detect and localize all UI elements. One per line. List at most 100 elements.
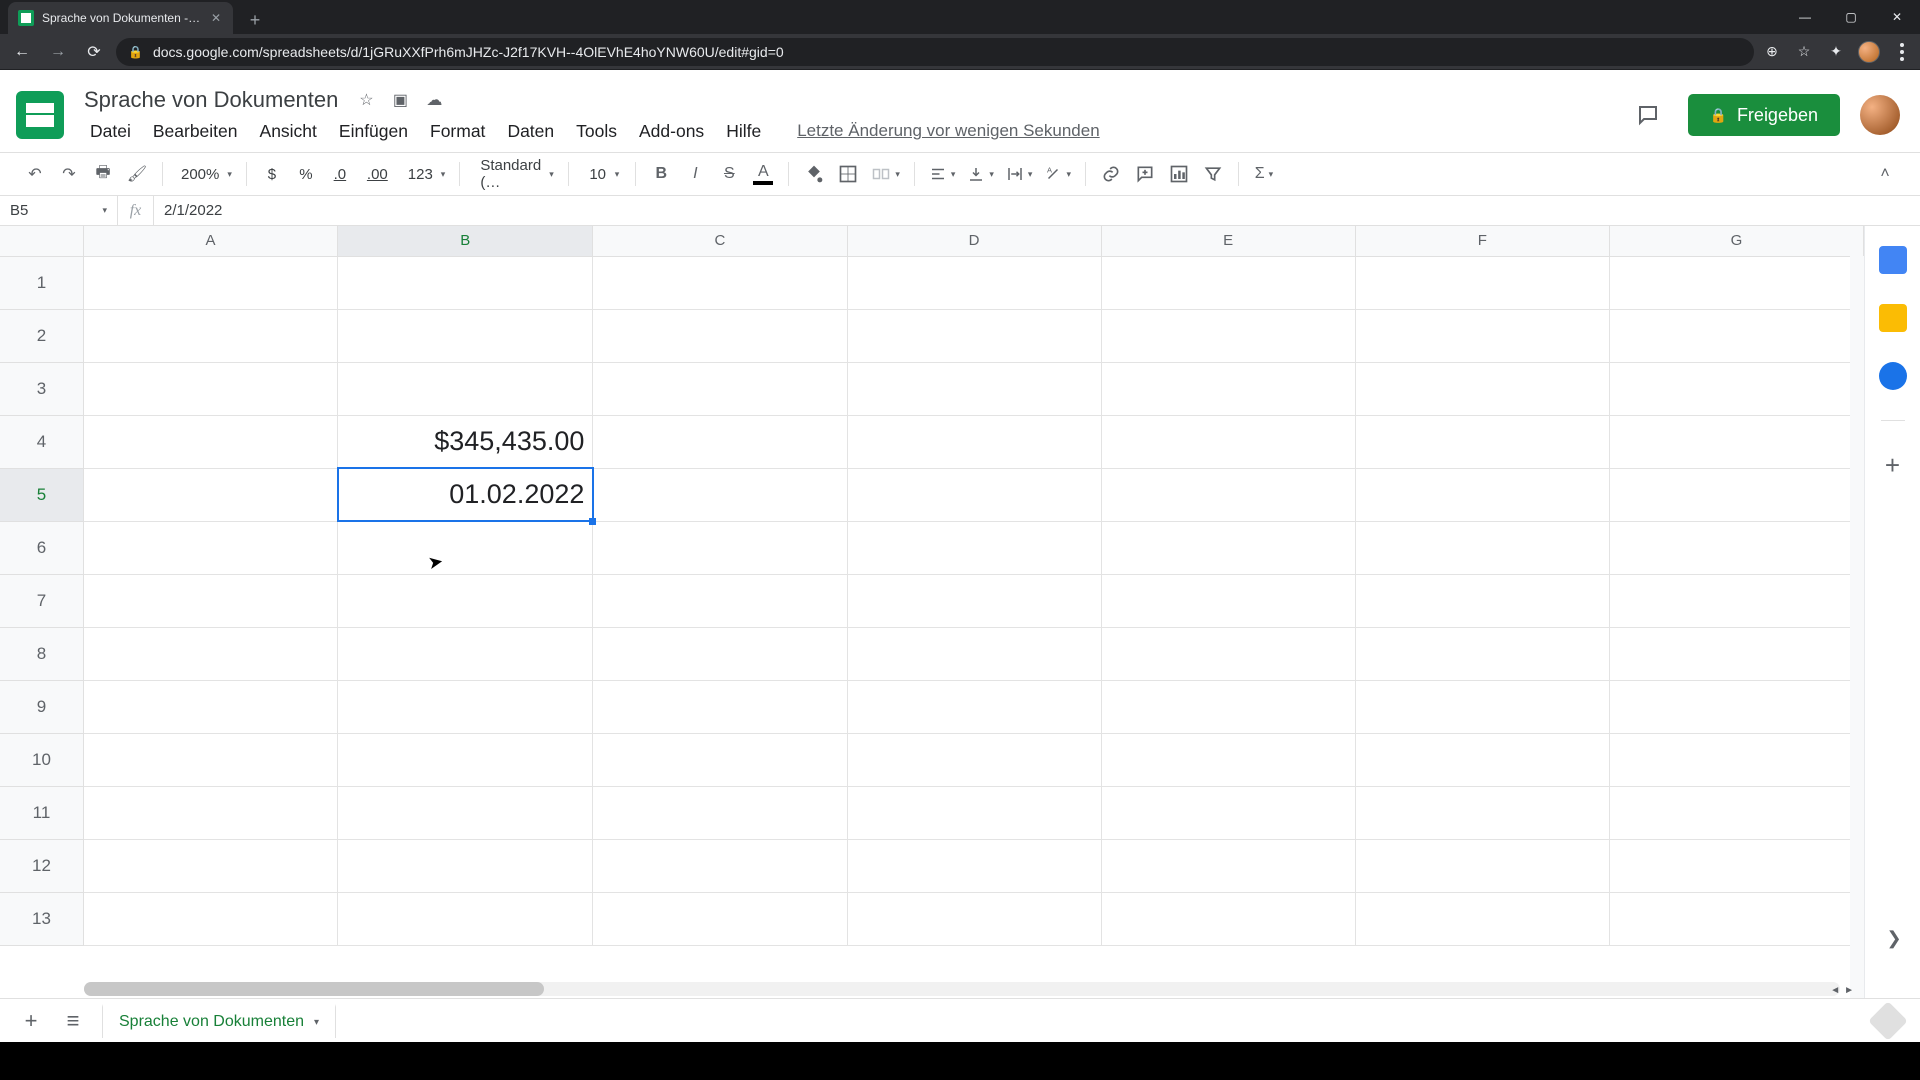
print-button[interactable]: 🖶	[88, 159, 118, 189]
insert-link-button[interactable]	[1096, 159, 1126, 189]
cell-E10[interactable]	[1101, 733, 1355, 786]
cell-A2[interactable]	[83, 309, 337, 362]
column-header-G[interactable]: G	[1609, 226, 1863, 256]
cell-C12[interactable]	[593, 839, 847, 892]
row-header-6[interactable]: 6	[0, 521, 83, 574]
vertical-scrollbar[interactable]	[1850, 256, 1864, 998]
cell-C13[interactable]	[593, 892, 847, 945]
horizontal-scrollbar[interactable]	[84, 982, 1840, 996]
cell-G13[interactable]	[1609, 892, 1863, 945]
cell-D8[interactable]	[847, 627, 1101, 680]
cell-C3[interactable]	[593, 362, 847, 415]
menu-help[interactable]: Hilfe	[716, 117, 771, 146]
cell-F2[interactable]	[1355, 309, 1609, 362]
star-icon[interactable]: ☆	[356, 90, 376, 110]
formula-bar[interactable]: 2/1/2022	[154, 196, 1920, 225]
fill-color-button[interactable]	[799, 159, 829, 189]
text-rotation-button[interactable]: A	[1040, 159, 1075, 189]
comments-button[interactable]	[1628, 95, 1668, 135]
cell-G4[interactable]	[1609, 415, 1863, 468]
cell-E8[interactable]	[1101, 627, 1355, 680]
cell-B5[interactable]: 01.02.2022	[338, 468, 593, 521]
browser-menu-button[interactable]	[1892, 42, 1912, 62]
cell-E5[interactable]	[1101, 468, 1355, 521]
cloud-status-icon[interactable]: ☁	[424, 90, 444, 110]
new-tab-button[interactable]: +	[241, 6, 269, 34]
column-header-B[interactable]: B	[338, 226, 593, 256]
decrease-decimal-button[interactable]: .0	[325, 159, 355, 189]
menu-view[interactable]: Ansicht	[250, 117, 327, 146]
undo-button[interactable]: ↶	[20, 159, 50, 189]
addons-sidepanel-button[interactable]: +	[1879, 451, 1907, 479]
nav-back-button[interactable]: ←	[8, 38, 36, 66]
menu-tools[interactable]: Tools	[566, 117, 627, 146]
cell-A13[interactable]	[83, 892, 337, 945]
column-header-C[interactable]: C	[593, 226, 847, 256]
cell-G7[interactable]	[1609, 574, 1863, 627]
column-header-A[interactable]: A	[83, 226, 337, 256]
cell-A8[interactable]	[83, 627, 337, 680]
cell-D11[interactable]	[847, 786, 1101, 839]
cell-B12[interactable]	[338, 839, 593, 892]
cell-B1[interactable]	[338, 256, 593, 309]
cell-D3[interactable]	[847, 362, 1101, 415]
cell-F6[interactable]	[1355, 521, 1609, 574]
cell-A4[interactable]	[83, 415, 337, 468]
menu-insert[interactable]: Einfügen	[329, 117, 418, 146]
row-header-13[interactable]: 13	[0, 892, 83, 945]
cell-F7[interactable]	[1355, 574, 1609, 627]
increase-decimal-button[interactable]: .00	[359, 159, 396, 189]
text-color-button[interactable]: A	[748, 159, 778, 189]
font-size-select[interactable]: 10	[579, 159, 625, 189]
cell-B6[interactable]	[338, 521, 593, 574]
nav-reload-button[interactable]: ⟳	[80, 38, 108, 66]
horizontal-align-button[interactable]	[925, 159, 960, 189]
cell-C8[interactable]	[593, 627, 847, 680]
vertical-align-button[interactable]	[963, 159, 998, 189]
cell-F1[interactable]	[1355, 256, 1609, 309]
cell-C5[interactable]	[593, 468, 847, 521]
row-header-3[interactable]: 3	[0, 362, 83, 415]
select-all-corner[interactable]	[0, 226, 83, 256]
cell-F8[interactable]	[1355, 627, 1609, 680]
cell-F11[interactable]	[1355, 786, 1609, 839]
cell-B2[interactable]	[338, 309, 593, 362]
keep-sidepanel-icon[interactable]	[1879, 304, 1907, 332]
cell-G9[interactable]	[1609, 680, 1863, 733]
paint-format-button[interactable]: 🖌	[122, 159, 152, 189]
column-header-F[interactable]: F	[1355, 226, 1609, 256]
cell-F10[interactable]	[1355, 733, 1609, 786]
scroll-right-icon[interactable]: ►	[1844, 985, 1854, 996]
move-icon[interactable]: ▣	[390, 90, 410, 110]
cell-B9[interactable]	[338, 680, 593, 733]
italic-button[interactable]: I	[680, 159, 710, 189]
document-title[interactable]: Sprache von Dokumenten	[80, 85, 342, 115]
name-box[interactable]: B5	[0, 196, 118, 225]
sheet-tab[interactable]: Sprache von Dokumenten	[102, 1004, 336, 1038]
cell-E1[interactable]	[1101, 256, 1355, 309]
cell-B3[interactable]	[338, 362, 593, 415]
row-header-5[interactable]: 5	[0, 468, 83, 521]
cell-B11[interactable]	[338, 786, 593, 839]
zoom-icon[interactable]: ⊕	[1762, 42, 1782, 62]
row-header-9[interactable]: 9	[0, 680, 83, 733]
strikethrough-button[interactable]: S	[714, 159, 744, 189]
spreadsheet-grid[interactable]: ABCDEFG1234$345,435.00501.02.20226789101…	[0, 226, 1864, 998]
cell-G2[interactable]	[1609, 309, 1863, 362]
cell-E7[interactable]	[1101, 574, 1355, 627]
cell-A9[interactable]	[83, 680, 337, 733]
column-header-D[interactable]: D	[847, 226, 1101, 256]
cell-D10[interactable]	[847, 733, 1101, 786]
number-format-select[interactable]: 123	[400, 159, 450, 189]
merge-cells-button[interactable]	[867, 159, 904, 189]
cell-G12[interactable]	[1609, 839, 1863, 892]
window-close-button[interactable]: ✕	[1874, 0, 1920, 34]
cell-E11[interactable]	[1101, 786, 1355, 839]
menu-format[interactable]: Format	[420, 117, 495, 146]
cell-E9[interactable]	[1101, 680, 1355, 733]
cell-D2[interactable]	[847, 309, 1101, 362]
cell-D7[interactable]	[847, 574, 1101, 627]
window-minimize-button[interactable]: ―	[1782, 0, 1828, 34]
cell-F3[interactable]	[1355, 362, 1609, 415]
menu-addons[interactable]: Add-ons	[629, 117, 714, 146]
